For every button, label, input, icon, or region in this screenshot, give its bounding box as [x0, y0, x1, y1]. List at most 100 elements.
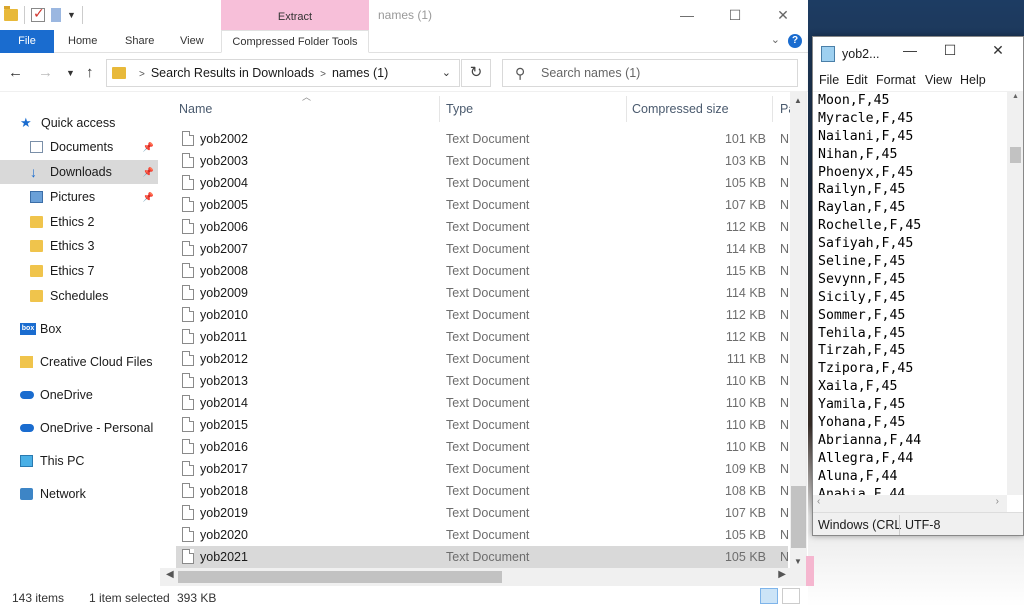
nav-item-ethics-2[interactable]: Ethics 2 [0, 210, 158, 234]
tab-home[interactable]: Home [60, 30, 105, 53]
scroll-up-icon[interactable]: ▲ [794, 96, 802, 105]
expand-ribbon-chevron-icon[interactable]: ⌄ [771, 33, 780, 46]
table-row[interactable]: yob2016 Text Document 110 KB N [176, 436, 789, 458]
table-row[interactable]: yob2019 Text Document 107 KB N [176, 502, 789, 524]
file-compressed-size: 112 KB [725, 308, 766, 322]
close-button[interactable]: ✕ [768, 4, 798, 26]
tab-share[interactable]: Share [117, 30, 162, 53]
maximize-button[interactable]: ☐ [720, 4, 750, 26]
search-box[interactable]: ⚲ [502, 59, 798, 87]
table-row[interactable]: yob2011 Text Document 112 KB N [176, 326, 789, 348]
nav-item-ethics-7[interactable]: Ethics 7 [0, 259, 158, 283]
nav-item-network[interactable]: Network [0, 482, 158, 506]
file-list-horizontal-scrollbar[interactable]: ◀ ▶ [160, 568, 790, 586]
notepad-text-area[interactable]: Moon,F,45 Myracle,F,45 Nailani,F,45 Nihan,F… [813, 91, 1007, 495]
table-row[interactable]: yob2008 Text Document 115 KB N [176, 260, 789, 282]
table-row[interactable]: yob2012 Text Document 111 KB N [176, 348, 789, 370]
table-row[interactable]: yob2002 Text Document 101 KB N [176, 128, 789, 150]
nav-item-creative-cloud-files[interactable]: Creative Cloud Files [0, 350, 158, 374]
nav-item-downloads[interactable]: ↓ Downloads 📌 [0, 160, 158, 184]
nav-item-onedrive-personal[interactable]: OneDrive - Personal [0, 416, 158, 440]
table-row[interactable]: yob2015 Text Document 110 KB N [176, 414, 789, 436]
scroll-up-icon[interactable]: ▲ [1012, 93, 1019, 100]
large-icons-view-icon[interactable] [782, 588, 800, 604]
nav-item-schedules[interactable]: Schedules [0, 284, 158, 308]
table-row[interactable]: yob2009 Text Document 114 KB N [176, 282, 789, 304]
scroll-right-icon[interactable]: ▶ [778, 569, 786, 580]
text-line: Raylan,F,45 [818, 200, 906, 216]
onedrive-cloud-icon [20, 391, 34, 399]
tab-compressed-folder-tools[interactable]: Compressed Folder Tools [221, 30, 369, 53]
scroll-left-icon[interactable]: ◀ [166, 569, 174, 580]
tab-view[interactable]: View [172, 30, 212, 53]
table-row[interactable]: yob2014 Text Document 110 KB N [176, 392, 789, 414]
menu-file[interactable]: File [819, 73, 839, 87]
minimize-button[interactable]: — [899, 42, 921, 58]
scrollbar-thumb[interactable] [178, 571, 502, 583]
table-row[interactable]: yob2017 Text Document 109 KB N [176, 458, 789, 480]
nav-item-ethics-3[interactable]: Ethics 3 [0, 234, 158, 258]
nav-item-pictures[interactable]: Pictures 📌 [0, 185, 158, 209]
nav-item-box[interactable]: box Box [0, 317, 158, 341]
nav-item-onedrive[interactable]: OneDrive [0, 383, 158, 407]
table-row[interactable]: yob2020 Text Document 105 KB N [176, 524, 789, 546]
nav-item-quick-access[interactable]: ★ Quick access [0, 111, 158, 135]
table-row[interactable]: yob2007 Text Document 114 KB N [176, 238, 790, 260]
up-arrow-icon[interactable]: ↑ [86, 64, 94, 81]
scroll-right-icon[interactable]: › [996, 496, 999, 507]
file-type: Text Document [446, 396, 530, 410]
file-type: Text Document [446, 176, 530, 190]
maximize-button[interactable]: ☐ [939, 42, 961, 59]
table-row[interactable]: yob2010 Text Document 112 KB N [176, 304, 789, 326]
notepad-vertical-scrollbar[interactable]: ▲ [1007, 91, 1023, 495]
file-name: yob2019 [200, 506, 248, 520]
text-line: Nailani,F,45 [818, 128, 914, 144]
nav-item-this-pc[interactable]: This PC [0, 449, 158, 473]
file-type: Text Document [446, 132, 530, 146]
scroll-left-icon[interactable]: ‹ [817, 496, 820, 507]
table-row[interactable]: yob2018 Text Document 108 KB N [176, 480, 789, 502]
scrollbar-thumb[interactable] [791, 486, 806, 548]
nav-item-documents[interactable]: Documents 📌 [0, 135, 158, 159]
file-compressed-size: 105 KB [724, 550, 766, 564]
scroll-down-icon[interactable]: ▼ [794, 557, 802, 566]
search-input[interactable] [541, 64, 781, 82]
menu-format[interactable]: Format [876, 73, 916, 87]
menu-edit[interactable]: Edit [846, 73, 868, 87]
table-row[interactable]: yob2006 Text Document 112 KB N [176, 216, 789, 238]
notepad-horizontal-scrollbar[interactable]: ‹ › [813, 495, 1007, 512]
file-name: yob2004 [200, 176, 248, 190]
address-dropdown-chevron-icon[interactable]: ⌄ [442, 66, 451, 79]
tab-file[interactable]: File [0, 30, 54, 53]
details-view-icon[interactable] [760, 588, 778, 604]
table-row[interactable]: yob2021 Text Document 105 KB N [176, 546, 789, 568]
customize-toolbar-chevron-icon[interactable]: ▼ [67, 10, 76, 20]
menu-help[interactable]: Help [960, 73, 986, 87]
file-type: Text Document [446, 528, 530, 542]
help-icon[interactable]: ? [788, 34, 802, 48]
pin-icon[interactable]: 📌 [143, 160, 154, 184]
file-name: yob2012 [200, 352, 248, 366]
table-row[interactable]: yob2013 Text Document 110 KB N [176, 370, 789, 392]
recent-locations-chevron-icon[interactable]: ▼ [66, 68, 75, 78]
refresh-button[interactable]: ↻ [461, 59, 491, 87]
breadcrumb-search-results[interactable]: Search Results in Downloads [151, 66, 314, 80]
address-bar[interactable]: > Search Results in Downloads > names (1) ⌄ [106, 59, 460, 87]
pin-icon[interactable]: 📌 [143, 185, 154, 209]
table-row[interactable]: yob2005 Text Document 107 KB N [176, 194, 789, 216]
breadcrumb-names-folder[interactable]: names (1) [332, 66, 388, 80]
back-arrow-icon[interactable]: ← [8, 64, 23, 81]
menu-view[interactable]: View [925, 73, 952, 87]
properties-icon[interactable] [31, 5, 45, 22]
new-folder-icon[interactable] [51, 8, 61, 22]
file-compressed-size: 110 KB [725, 374, 766, 388]
table-row[interactable]: yob2003 Text Document 103 KB N [176, 150, 789, 172]
minimize-button[interactable]: — [672, 4, 702, 26]
file-partial-column: N [780, 242, 790, 256]
pin-icon[interactable]: 📌 [143, 135, 154, 159]
close-button[interactable]: ✕ [987, 42, 1009, 59]
table-row[interactable]: yob2004 Text Document 105 KB N [176, 172, 789, 194]
file-list-vertical-scrollbar[interactable]: ▲ ▼ [790, 92, 807, 568]
scrollbar-thumb[interactable] [1010, 147, 1021, 163]
forward-arrow-icon[interactable]: → [38, 64, 53, 81]
